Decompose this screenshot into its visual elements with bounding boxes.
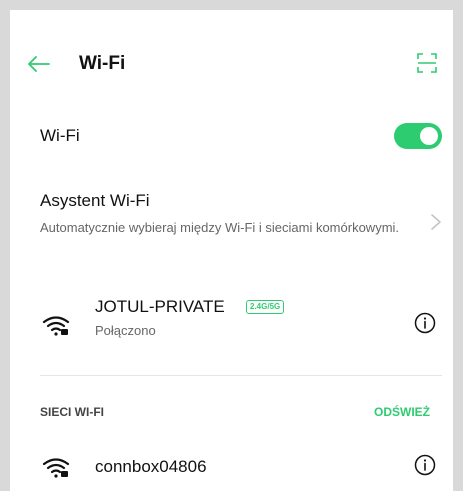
chevron-right-icon [431, 214, 441, 230]
band-badge: 2.4G/5G [246, 300, 285, 314]
assistant-title: Asystent Wi-Fi [40, 191, 150, 210]
page-title: Wi-Fi [79, 53, 126, 74]
wifi-secure-icon [42, 458, 70, 478]
arrow-left-icon [28, 56, 50, 72]
wifi-toggle[interactable] [394, 123, 442, 149]
qr-scan-icon [417, 53, 437, 73]
info-icon[interactable] [414, 454, 436, 476]
wifi-secure-icon [42, 316, 70, 336]
connected-network-row[interactable] [10, 292, 453, 362]
networks-section-label: SIECI WI-FI [40, 405, 104, 419]
qr-scan-button[interactable] [415, 51, 439, 75]
network-name: connbox04806 [95, 457, 207, 476]
network-list-item[interactable] [10, 448, 453, 491]
assistant-description: Automatycznie wybieraj między Wi-Fi i si… [40, 220, 400, 235]
wifi-toggle-label: Wi-Fi [40, 126, 80, 145]
toggle-knob [420, 127, 438, 145]
refresh-button[interactable]: ODŚWIEŻ [374, 405, 430, 419]
info-icon[interactable] [414, 312, 436, 334]
connected-network-name: JOTUL-PRIVATE [95, 297, 225, 316]
section-divider [40, 375, 442, 376]
back-button[interactable] [28, 50, 64, 78]
wifi-settings-screen: Wi-Fi Wi-Fi Asystent Wi-Fi Automatycznie… [10, 10, 453, 491]
connection-status: Połączono [95, 323, 156, 338]
